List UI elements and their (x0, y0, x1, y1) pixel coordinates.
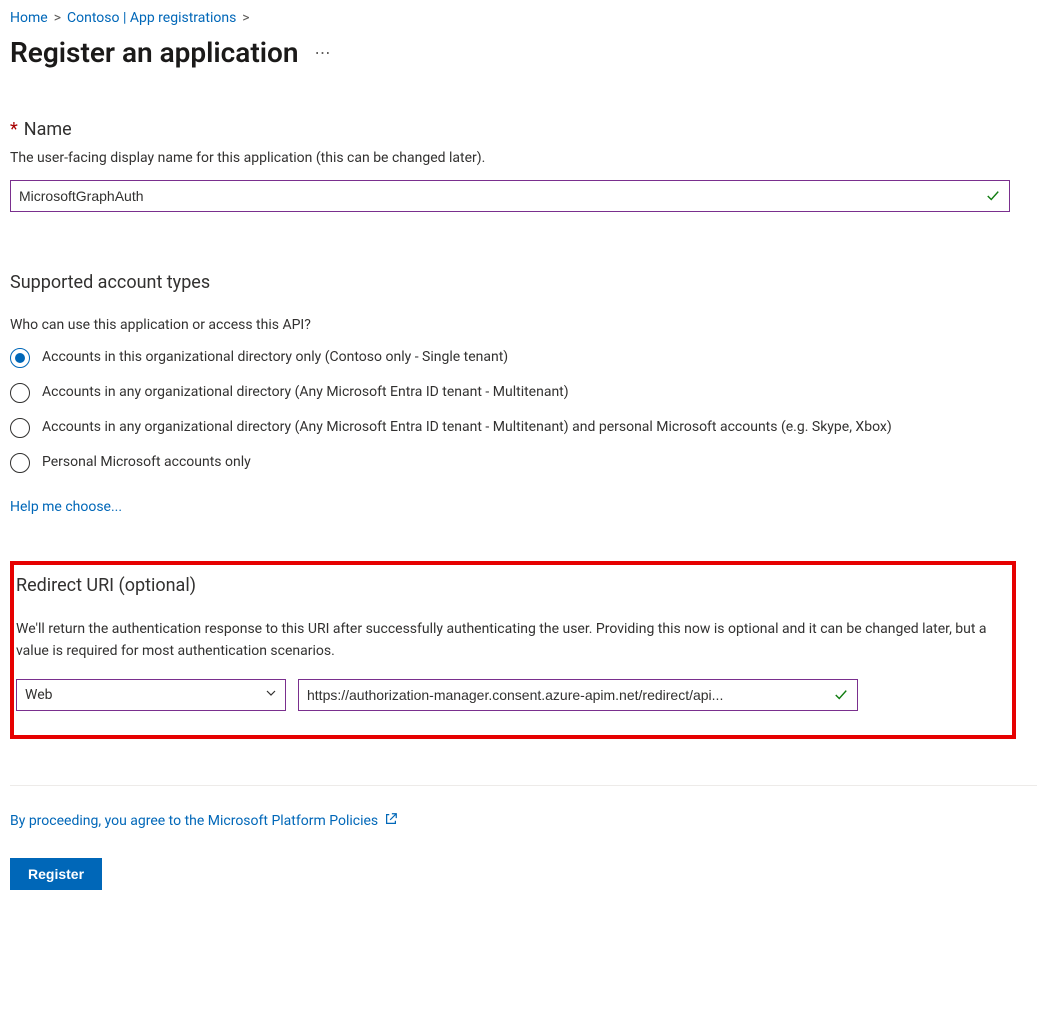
radio-icon (10, 453, 30, 473)
breadcrumb: Home > Contoso | App registrations > (10, 10, 1027, 26)
help-me-choose-link[interactable]: Help me choose... (10, 499, 122, 515)
name-field-label: Name (24, 119, 72, 140)
required-star-icon: * (10, 119, 18, 140)
account-types-radio-group: Accounts in this organizational director… (10, 347, 1027, 473)
breadcrumb-separator: > (54, 10, 61, 26)
redirect-uri-heading: Redirect URI (optional) (16, 575, 1010, 596)
register-button[interactable]: Register (10, 858, 102, 890)
radio-multitenant[interactable]: Accounts in any organizational directory… (10, 382, 1027, 403)
platform-select-value: Web (25, 687, 53, 703)
radio-icon (10, 348, 30, 368)
page-title: Register an application (10, 36, 299, 69)
radio-label: Accounts in this organizational director… (42, 347, 508, 368)
redirect-uri-description: We'll return the authentication response… (16, 618, 1006, 663)
name-field-description: The user-facing display name for this ap… (10, 150, 1027, 166)
chevron-down-icon (265, 687, 277, 702)
platform-select[interactable]: Web (16, 679, 286, 711)
account-types-heading: Supported account types (10, 272, 1027, 293)
breadcrumb-app-registrations[interactable]: Contoso | App registrations (67, 10, 236, 26)
validation-checkmark-icon (985, 188, 1001, 204)
radio-label: Accounts in any organizational directory… (42, 382, 569, 403)
radio-multitenant-personal[interactable]: Accounts in any organizational directory… (10, 417, 1027, 438)
radio-personal-only[interactable]: Personal Microsoft accounts only (10, 452, 1027, 473)
radio-label: Personal Microsoft accounts only (42, 452, 251, 473)
name-input-wrap (10, 180, 1010, 212)
account-types-question: Who can use this application or access t… (10, 317, 1027, 333)
breadcrumb-separator: > (242, 10, 249, 26)
platform-policies-link[interactable]: By proceeding, you agree to the Microsof… (10, 813, 378, 829)
external-link-icon (384, 812, 398, 830)
redirect-uri-input-wrap (298, 679, 858, 711)
breadcrumb-home[interactable]: Home (10, 10, 48, 26)
footer-divider (10, 785, 1037, 786)
validation-checkmark-icon (833, 687, 849, 703)
redirect-uri-highlight: Redirect URI (optional) We'll return the… (10, 561, 1016, 739)
radio-icon (10, 383, 30, 403)
name-input[interactable] (19, 188, 985, 204)
redirect-uri-input[interactable] (307, 687, 833, 703)
radio-single-tenant[interactable]: Accounts in this organizational director… (10, 347, 1027, 368)
radio-label: Accounts in any organizational directory… (42, 417, 892, 438)
more-actions-icon[interactable]: ⋯ (315, 43, 332, 62)
radio-icon (10, 418, 30, 438)
